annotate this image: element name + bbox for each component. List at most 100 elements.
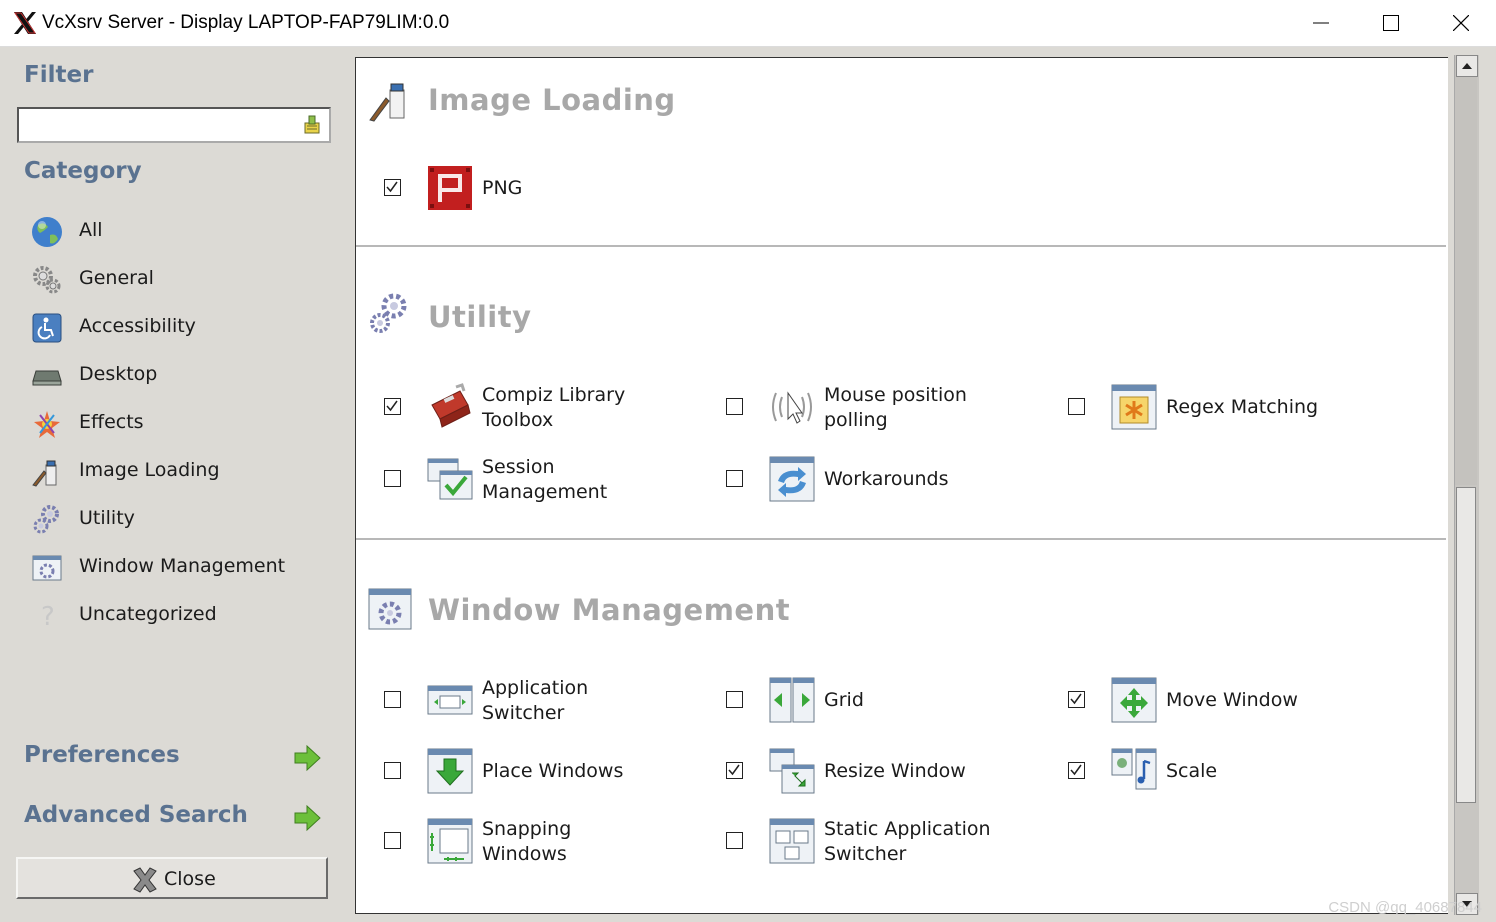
category-all[interactable]: All xyxy=(30,213,330,249)
plugin-label[interactable]: Resize Window xyxy=(824,759,1044,784)
category-label: Accessibility xyxy=(79,315,196,337)
vertical-scrollbar[interactable] xyxy=(1454,55,1479,915)
plugin-checkbox[interactable] xyxy=(726,762,743,779)
category-label: Effects xyxy=(79,411,144,433)
plugin-checkbox[interactable] xyxy=(726,832,743,849)
plugin-place-windows: Place Windows xyxy=(366,745,696,801)
category-desktop[interactable]: Desktop xyxy=(30,357,330,393)
category-accessibility[interactable]: Accessibility xyxy=(30,309,330,345)
plugin-checkbox[interactable] xyxy=(384,398,401,415)
close-label: Close xyxy=(164,868,216,890)
filter-input[interactable] xyxy=(21,112,295,138)
category-general[interactable]: General xyxy=(30,261,330,297)
title-bar: VcXsrv Server - Display LAPTOP-FAP79LIM:… xyxy=(0,0,1496,47)
plugin-label[interactable]: Move Window xyxy=(1166,688,1386,713)
plugin-checkbox[interactable] xyxy=(726,470,743,487)
plugin-label[interactable]: Regex Matching xyxy=(1166,395,1386,420)
category-label: General xyxy=(79,267,154,289)
preferences-link[interactable]: Preferences xyxy=(24,740,324,776)
ccsm-window: Filter Category All General Accessibilit… xyxy=(0,47,1496,922)
plugin-regex-matching: Regex Matching xyxy=(1050,381,1380,437)
close-button[interactable]: Close xyxy=(16,857,328,899)
plugin-label[interactable]: Compiz Library Toolbox xyxy=(482,383,702,433)
category-heading: Category xyxy=(24,158,142,184)
maximize-button[interactable] xyxy=(1356,0,1426,46)
plugin-scale: Scale xyxy=(1050,745,1380,801)
plugin-label[interactable]: Scale xyxy=(1166,759,1386,784)
resize-window-icon xyxy=(769,748,815,794)
plugin-snapping-windows: Snapping Windows xyxy=(366,815,696,871)
mouse-polling-icon xyxy=(772,391,812,424)
close-icon xyxy=(1453,15,1469,31)
regex-icon xyxy=(1111,384,1157,430)
plugin-label[interactable]: Place Windows xyxy=(482,759,702,784)
plugin-checkbox[interactable] xyxy=(1068,398,1085,415)
arrow-up-icon xyxy=(1462,63,1472,69)
maximize-icon xyxy=(1383,15,1399,31)
category-uncategorized[interactable]: ? Uncategorized xyxy=(30,597,330,633)
plugin-checkbox[interactable] xyxy=(726,398,743,415)
plugin-mouse-position-polling: Mouse position polling xyxy=(708,381,1038,437)
plugin-static-application-switcher: Static Application Switcher xyxy=(708,815,1038,871)
plugin-label[interactable]: Snapping Windows xyxy=(482,817,702,867)
session-management-icon xyxy=(427,458,473,500)
toolbox-icon xyxy=(431,383,471,428)
plugin-session-management: Session Management xyxy=(366,453,696,509)
category-image-loading[interactable]: Image Loading xyxy=(30,453,330,489)
paintbrush-icon xyxy=(32,460,57,487)
category-label: Window Management xyxy=(79,555,286,577)
plugin-compiz-library-toolbox: Compiz Library Toolbox xyxy=(366,381,696,437)
plugin-resize-window: Resize Window xyxy=(708,745,1038,801)
plugin-label[interactable]: Workarounds xyxy=(824,467,1044,492)
plugin-checkbox[interactable] xyxy=(384,470,401,487)
plugin-checkbox[interactable] xyxy=(384,762,401,779)
utility-gears-icon xyxy=(370,293,407,333)
plugin-move-window: Move Window xyxy=(1050,674,1380,730)
minimize-button[interactable] xyxy=(1286,0,1356,46)
category-utility[interactable]: Utility xyxy=(30,501,330,537)
category-effects[interactable]: Effects xyxy=(30,405,330,441)
plugin-label[interactable]: Session Management xyxy=(482,455,702,505)
plugin-checkbox[interactable] xyxy=(1068,762,1085,779)
plugin-label[interactable]: Static Application Switcher xyxy=(824,817,1044,867)
window-management-icon xyxy=(368,588,412,630)
desktop-icon xyxy=(32,370,62,386)
section-divider xyxy=(356,245,1446,247)
plugin-workarounds: Workarounds xyxy=(708,453,1038,509)
scroll-up-button[interactable] xyxy=(1456,55,1478,77)
plugin-png: PNG xyxy=(366,162,696,218)
category-label: All xyxy=(79,219,103,241)
category-label: Desktop xyxy=(79,363,158,385)
window-title: VcXsrv Server - Display LAPTOP-FAP79LIM:… xyxy=(42,12,450,33)
watermark: CSDN @qq_40687844 xyxy=(1328,899,1482,916)
place-windows-icon xyxy=(427,748,473,794)
plugin-label[interactable]: PNG xyxy=(482,176,702,201)
plugin-label[interactable]: Mouse position polling xyxy=(824,383,1044,433)
scrollbar-thumb[interactable] xyxy=(1456,487,1476,803)
filter-field[interactable] xyxy=(17,107,331,143)
minimize-icon xyxy=(1313,22,1329,24)
close-window-button[interactable] xyxy=(1426,0,1496,46)
plugin-checkbox[interactable] xyxy=(384,691,401,708)
plugin-checkbox[interactable] xyxy=(1068,691,1085,708)
plugin-checkbox[interactable] xyxy=(384,832,401,849)
paintbrush-icon xyxy=(369,83,405,122)
accessibility-icon xyxy=(32,313,62,343)
gears-icon xyxy=(33,266,61,294)
scale-icon xyxy=(1111,748,1157,790)
svg-text:?: ? xyxy=(41,602,55,632)
question-icon: ? xyxy=(41,602,55,632)
advanced-search-link[interactable]: Advanced Search xyxy=(24,800,324,836)
plugin-label[interactable]: Application Switcher xyxy=(482,676,702,726)
plugin-label[interactable]: Grid xyxy=(824,688,1044,713)
filter-heading: Filter xyxy=(24,62,94,88)
plugin-checkbox[interactable] xyxy=(384,179,401,196)
scrollbar-track[interactable] xyxy=(1455,55,1477,485)
category-window-management[interactable]: Window Management xyxy=(30,549,330,585)
category-label: Image Loading xyxy=(79,459,220,481)
clear-filter-icon[interactable] xyxy=(301,113,323,135)
section-title: Utility xyxy=(428,300,532,334)
sidebar: Filter Category All General Accessibilit… xyxy=(0,47,352,922)
category-label: Utility xyxy=(79,507,135,529)
plugin-checkbox[interactable] xyxy=(726,691,743,708)
